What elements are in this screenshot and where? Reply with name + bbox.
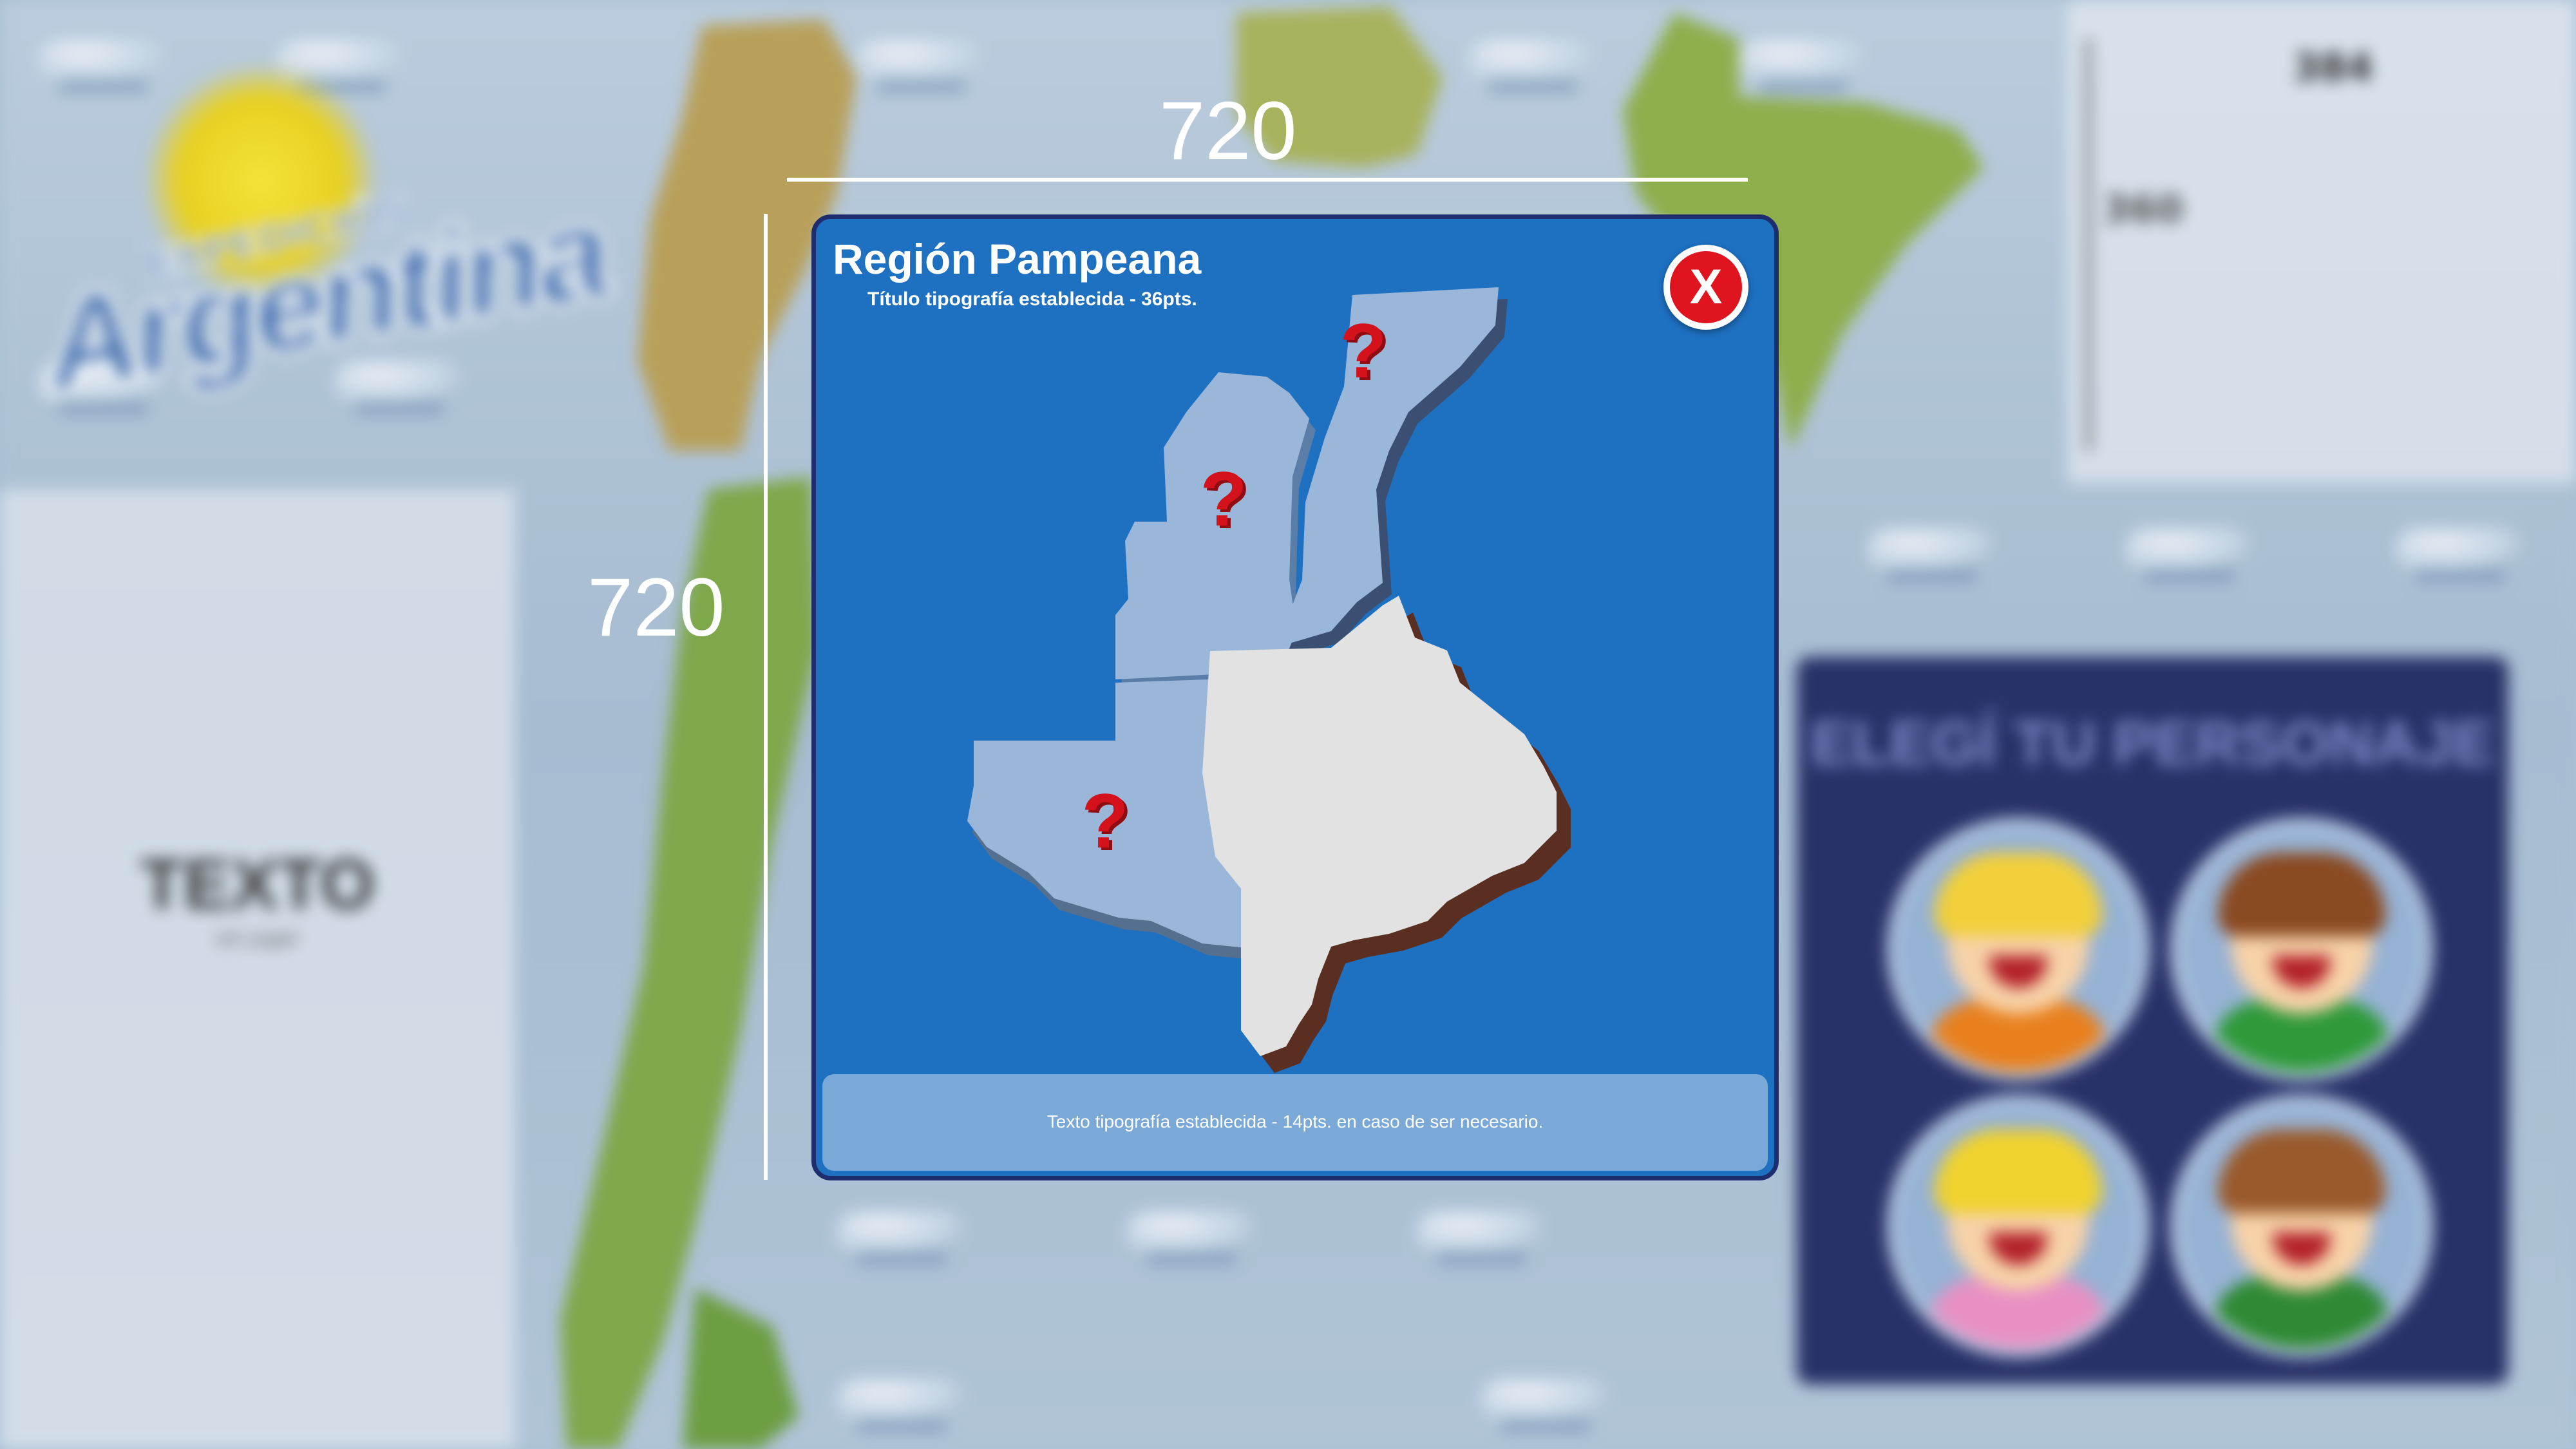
avatar-girl-brown[interactable] bbox=[2170, 1095, 2433, 1358]
modal-subtitle: Título tipografía establecida - 36pts. bbox=[867, 289, 1197, 310]
height-dimension-label: 720 bbox=[587, 562, 725, 654]
close-icon: X bbox=[1670, 251, 1742, 323]
avatar-boy-brown[interactable] bbox=[2170, 818, 2433, 1081]
character-select-panel: ELEGÍ TU PERSONAJE bbox=[1797, 657, 2508, 1385]
avatar-girl-blonde[interactable] bbox=[1887, 1095, 2150, 1358]
modal-footer: Texto tipografía establecida - 14pts. en… bbox=[822, 1074, 1768, 1171]
panel-number-top: 384 bbox=[2293, 45, 2374, 90]
panel-number-side: 360 bbox=[2103, 187, 2184, 232]
close-button[interactable]: X bbox=[1663, 245, 1748, 330]
question-mark-icon: ? bbox=[1200, 456, 1247, 542]
modal-footer-text: Texto tipografía establecida - 14pts. en… bbox=[1046, 1112, 1544, 1132]
top-right-panel: 384 360 bbox=[2067, 0, 2576, 483]
left-info-panel: TEXTO sin jugar bbox=[0, 489, 515, 1449]
region-modal: ? ? ? ? ? ? Región Pampeana Título tipog… bbox=[811, 214, 1779, 1180]
question-mark-icon: ? bbox=[1340, 308, 1387, 394]
question-mark-icon: ? bbox=[1081, 778, 1128, 864]
left-panel-title: TEXTO bbox=[140, 845, 375, 924]
province-buenos-aires[interactable] bbox=[1202, 596, 1571, 1073]
game-logo: EXPEDICIÓN Argentina bbox=[31, 39, 619, 422]
height-dimension-line bbox=[764, 214, 768, 1180]
region-pampeana-map: ? ? ? ? ? ? bbox=[967, 287, 1571, 1073]
modal-title: Región Pampeana bbox=[833, 235, 1202, 283]
character-panel-title: ELEGÍ TU PERSONAJE bbox=[1810, 709, 2495, 778]
avatar-boy-blond[interactable] bbox=[1887, 818, 2150, 1081]
width-dimension-label: 720 bbox=[1159, 85, 1297, 177]
panel-axis-line bbox=[2087, 39, 2090, 451]
left-panel-subtitle: sin jugar bbox=[216, 927, 299, 950]
